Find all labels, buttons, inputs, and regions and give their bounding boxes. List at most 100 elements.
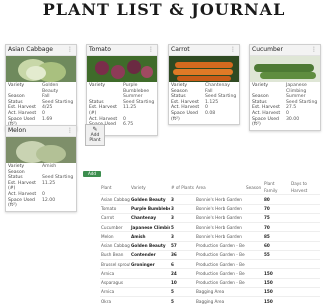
card-header: Cucumber ⋮ xyxy=(250,45,320,56)
table-cell xyxy=(290,240,320,251)
table-cell xyxy=(290,222,320,232)
cabbage-image xyxy=(6,56,76,82)
table-row[interactable]: Asian Cabbage Golden Beauty 57 Production G… xyxy=(100,240,320,251)
table-row[interactable]: Asparagus 10Production Garden - Bed 1 150 xyxy=(100,277,320,288)
column-header-plant-family[interactable]: Plant Family xyxy=(263,180,290,195)
space-used-value: 30.00 xyxy=(286,116,300,122)
table-cell: Arnica xyxy=(100,268,130,279)
table-row[interactable]: CucumberJapanese Climbing5Bonnie's Herb … xyxy=(100,222,320,232)
table-cell: 55 xyxy=(263,249,290,260)
table-cell: Chantenay xyxy=(130,212,170,223)
table-header-row: Plant Variety # of Plants Area Season Pl… xyxy=(100,180,320,195)
add-plant-button[interactable]: Add Plant xyxy=(83,171,101,182)
table-cell xyxy=(290,231,320,242)
table-cell xyxy=(290,259,320,269)
table-cell: 70 xyxy=(263,222,290,232)
table-cell: 5 xyxy=(170,286,195,297)
add-plant-icon: ✎ xyxy=(92,126,98,133)
tomato-image xyxy=(87,56,157,82)
more-menu-icon[interactable]: ⋮ xyxy=(148,45,154,55)
table-row[interactable]: Arnica 5 Bagging Area 150 xyxy=(100,286,320,297)
est-harvest-value: 11.25 xyxy=(123,105,137,111)
variety-label: Variety xyxy=(252,83,269,88)
table-cell xyxy=(245,231,263,242)
table-cell: 5 xyxy=(170,296,195,305)
table-cell xyxy=(290,296,320,305)
variety-label: Variety xyxy=(8,83,25,88)
space-used-label: Space Used (ft²) xyxy=(8,197,35,209)
plants-table: Plant Variety # of Plants Area Season Pl… xyxy=(100,180,320,305)
table-cell: 75 xyxy=(263,212,290,223)
table-row[interactable]: Carrot Chantenay 3 Bonnie's Herb Garden 75 xyxy=(100,212,320,223)
table-row[interactable]: Melon Amish 3 Bonnie's Herb Garden 85 xyxy=(100,231,320,242)
table-cell: Contender xyxy=(130,249,170,260)
variety-value: Purple Bumblebee Summer xyxy=(123,83,150,100)
column-header-days-to-harvest[interactable]: Days to Harvest xyxy=(290,180,320,195)
plant-card-cucumber[interactable]: Cucumber ⋮ Variety Japanese Climbing Seas… xyxy=(249,44,321,131)
table-cell xyxy=(245,268,263,279)
variety-label: Variety xyxy=(89,83,106,88)
table-row[interactable]: Arnica 24Production Garden - Bed 1 150 xyxy=(100,268,320,279)
table-cell: 5 xyxy=(170,222,195,232)
table-row[interactable]: Bush Bean Contender 36 Production Garden - … xyxy=(100,249,320,260)
table-cell: Cucumber xyxy=(100,222,130,232)
card-title: Asian Cabbage xyxy=(8,46,53,53)
table-cell xyxy=(263,259,290,269)
table-cell: Bonnie's Herb Garden xyxy=(195,231,245,242)
table-cell: Arnica xyxy=(100,286,130,297)
table-cell: 80 xyxy=(263,194,290,205)
table-cell: Carrot xyxy=(100,212,130,223)
table-cell: Okra xyxy=(100,296,130,305)
table-cell xyxy=(290,212,320,223)
table-cell: Amish xyxy=(130,231,170,242)
table-row[interactable]: Brussel sprouts Groninger 6 Production Gard… xyxy=(100,259,320,269)
column-header-area[interactable]: Area xyxy=(195,180,245,195)
table-cell: Production Garden - Bed 1 xyxy=(195,249,245,260)
table-cell: 24 xyxy=(170,268,195,279)
table-row[interactable]: TomatoPurple Bumblebee3Bonnie's Herb Gar… xyxy=(100,203,320,214)
more-menu-icon[interactable]: ⋮ xyxy=(67,126,73,136)
card-header: Melon ⋮ xyxy=(6,126,76,137)
carrot-image xyxy=(169,56,239,82)
table-cell: Bonnie's Herb Garden xyxy=(195,212,245,223)
more-menu-icon[interactable]: ⋮ xyxy=(311,45,317,55)
table-row[interactable]: Okra 5 Bagging Area 150 xyxy=(100,296,320,305)
add-plant-card[interactable]: ✎ Add Plant xyxy=(85,124,105,146)
table-row[interactable]: Asian Cabbage Golden Beauty 3 Bonnie's Herb… xyxy=(100,194,320,205)
column-header-season[interactable]: Season xyxy=(245,180,263,195)
table-cell: 150 xyxy=(263,296,290,305)
table-cell: Asparagus xyxy=(100,277,130,288)
plant-card-carrot[interactable]: Carrot ⋮ Variety Chantenay Season Fall Sta… xyxy=(168,44,240,126)
table-cell: Japanese Climbing xyxy=(130,222,170,232)
table-cell: Tomato xyxy=(100,203,130,214)
table-cell: 3 xyxy=(170,203,195,214)
column-header-variety[interactable]: Variety xyxy=(130,180,170,195)
space-used-label: Space Used (ft²) xyxy=(252,116,279,128)
table-cell xyxy=(245,240,263,251)
card-title: Cucumber xyxy=(252,46,283,53)
table-cell xyxy=(130,268,170,279)
table-cell: Bonnie's Herb Garden xyxy=(195,203,245,214)
table-cell: Production Garden - Bed 1 xyxy=(195,277,245,288)
column-header-number-of-plants[interactable]: # of Plants xyxy=(170,180,195,195)
table-cell: 3 xyxy=(170,212,195,223)
table-cell xyxy=(130,286,170,297)
table-cell: Bonnie's Herb Garden xyxy=(195,222,245,232)
card-title: Tomato xyxy=(89,46,111,53)
table-cell xyxy=(245,222,263,232)
table-cell: Groninger xyxy=(130,259,170,269)
column-header-plant[interactable]: Plant xyxy=(100,180,130,195)
plant-card-melon[interactable]: Melon ⋮ Variety Amish Season Status Seed S… xyxy=(5,125,77,212)
table-cell: 3 xyxy=(170,231,195,242)
plant-card-tomato[interactable]: Tomato ⋮ Variety Purple Bumblebee Summer … xyxy=(86,44,158,137)
plant-card-asian-cabbage[interactable]: Asian Cabbage ⋮ Variety Golden Beauty Sea… xyxy=(5,44,77,131)
card-header: Carrot ⋮ xyxy=(169,45,239,56)
table-cell: Production Garden - Bed 1 xyxy=(195,240,245,251)
more-menu-icon[interactable]: ⋮ xyxy=(67,45,73,55)
table-cell: Asian Cabbage xyxy=(100,194,130,205)
table-cell: 10 xyxy=(170,277,195,288)
more-menu-icon[interactable]: ⋮ xyxy=(230,45,236,55)
table-cell: 3 xyxy=(170,194,195,205)
table-cell xyxy=(245,259,263,269)
card-title: Carrot xyxy=(171,46,190,53)
